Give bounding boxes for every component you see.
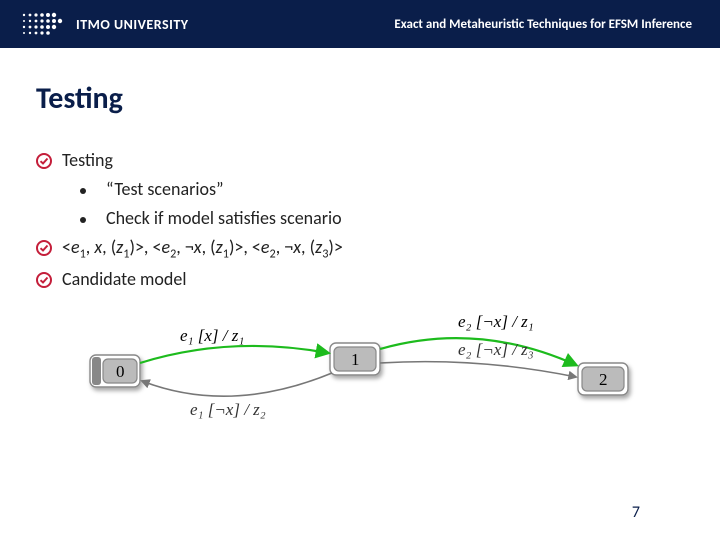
page-number: 7 [632,503,640,522]
sub-bullet-check: Check if model satisfies scenario [36,205,684,232]
state-2: 2 [578,363,628,395]
slide-header: ITMO UNIVERSITY Exact and Metaheuristic … [0,0,720,48]
sub-bullet-scenarios: “Test scenarios” [36,176,684,203]
t: )> [328,236,342,258]
check-circle-icon [36,240,52,256]
state-0: 0 [90,355,140,387]
bullet-sequence: <e1, x, (z1)>, <e2, ¬x, (z1)>, <e2, ¬x, … [36,234,684,264]
bullet-dot-icon [80,217,86,223]
t: x [293,236,301,258]
paper-title: Exact and Metaheuristic Techniques for E… [394,17,692,32]
bullet-text: Candidate model [62,266,186,293]
bullet-text: “Test scenarios” [106,176,224,203]
check-circle-icon [36,272,52,288]
t: , ( [301,236,315,258]
efsm-diagram: 0 1 2 e₁ [x] / z₁ e₂ [¬x] / z₁ e₂ [¬x] /… [70,307,650,427]
t: x [94,236,102,258]
t: , ¬ [176,236,194,258]
edge-1-0-label: e₁ [¬x] / z₂ [190,400,266,419]
t: x [194,236,202,258]
t: < [62,236,71,258]
bullet-text: Testing [62,147,113,174]
edge-0-1-label: e₁ [x] / z₁ [180,326,244,345]
bullet-testing: Testing [36,147,684,174]
logo-text: ITMO UNIVERSITY [76,16,189,33]
t: )>, < [229,236,261,258]
bullet-candidate: Candidate model [36,266,684,293]
bullet-list: Testing “Test scenarios” Check if model … [36,147,684,293]
edge-1-2-mid [380,362,576,377]
t: , ( [202,236,216,258]
edge-1-2-top-label: e₂ [¬x] / z₁ [458,312,534,331]
sequence-text: <e1, x, (z1)>, <e2, ¬x, (z1)>, <e2, ¬x, … [62,234,343,264]
slide-title: Testing [36,80,684,117]
t: , ¬ [276,236,294,258]
itmo-logo: ITMO UNIVERSITY [18,9,189,39]
bullet-dot-icon [80,188,86,194]
edge-1-0 [142,373,332,396]
state-1: 1 [330,343,380,375]
state-2-label: 2 [599,370,608,389]
logo-dots-icon [18,9,68,39]
edge-1-2-mid-label: e₂ [¬x] / z₃ [458,340,534,359]
t: e [261,236,270,258]
t: z [216,236,223,258]
t: e [71,236,80,258]
t: , ( [102,236,116,258]
t: )>, < [130,236,162,258]
edge-0-1 [140,346,328,363]
state-0-label: 0 [116,362,125,381]
state-1-label: 1 [351,350,360,369]
bullet-text: Check if model satisfies scenario [106,205,342,232]
check-circle-icon [36,153,52,169]
t: e [161,236,170,258]
slide-content: Testing Testing “Test scenarios” Check i… [0,48,720,427]
